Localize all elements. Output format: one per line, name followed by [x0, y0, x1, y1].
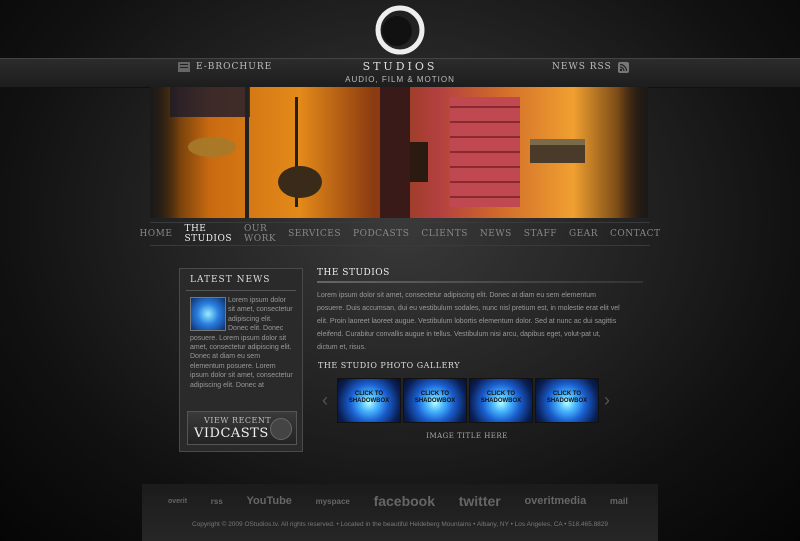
brochure-icon: [178, 62, 190, 72]
footer-icons: overit rss YouTube myspace facebook twit…: [168, 491, 628, 511]
nav-our-work[interactable]: OUR WORK: [238, 224, 282, 244]
rss-icon: [617, 61, 629, 73]
news-rss-label: NEWS RSS: [552, 62, 612, 72]
divider: [186, 290, 296, 291]
gallery-thumb[interactable]: CLICK TO SHADOWBOX: [337, 378, 401, 423]
ebrochure-link[interactable]: E-BROCHURE: [178, 60, 272, 74]
gallery-prev-arrow[interactable]: ‹: [322, 383, 328, 417]
overit-icon[interactable]: overit: [168, 498, 187, 505]
youtube-icon[interactable]: YouTube: [246, 495, 291, 507]
news-text: Lorem ipsum dolor sit amet, consectetur …: [190, 296, 294, 390]
thumb-label: CLICK TO SHADOWBOX: [414, 391, 456, 404]
hero-fade-right: [618, 87, 648, 218]
ostudios-logo[interactable]: [372, 2, 428, 58]
thumb-label: CLICK TO SHADOWBOX: [546, 391, 588, 404]
nav-clients[interactable]: CLIENTS: [415, 229, 474, 239]
news-rss-link[interactable]: NEWS RSS: [552, 60, 629, 74]
title-divider: [317, 281, 643, 283]
latest-news-panel: LATEST NEWS Lorem ipsum dolor sit amet, …: [179, 268, 303, 452]
facebook-icon[interactable]: facebook: [374, 493, 435, 509]
gallery-next-arrow[interactable]: ›: [604, 383, 610, 417]
overitmedia-icon[interactable]: overitmedia: [524, 495, 586, 507]
studio-photo: [170, 87, 585, 218]
main-nav: HOME THE STUDIOS OUR WORK SERVICES PODCA…: [139, 222, 660, 246]
tagline: AUDIO, FILM & MOTION: [345, 75, 455, 84]
myspace-icon[interactable]: myspace: [316, 497, 350, 506]
thumb-label: CLICK TO SHADOWBOX: [348, 391, 390, 404]
nav-gear[interactable]: GEAR: [563, 229, 604, 239]
mail-icon[interactable]: mail: [610, 496, 628, 506]
latest-news-title: LATEST NEWS: [190, 275, 271, 285]
rss-icon[interactable]: rss: [211, 497, 223, 506]
twitter-icon[interactable]: twitter: [459, 493, 501, 509]
camera-icon: [270, 418, 292, 440]
vidcasts-big-label: VIDCASTS: [194, 426, 269, 441]
ebrochure-label: E-BROCHURE: [196, 62, 273, 72]
brand-name: STUDIOS: [362, 60, 438, 73]
nav-staff[interactable]: STAFF: [518, 229, 563, 239]
view-vidcasts-button[interactable]: VIEW RECENT VIDCASTS: [187, 411, 297, 445]
page-body: Lorem ipsum dolor sit amet, consectetur …: [317, 292, 620, 351]
gallery-title: THE STUDIO PHOTO GALLERY: [318, 361, 460, 370]
image-title: IMAGE TITLE HERE: [426, 432, 508, 440]
nav-services[interactable]: SERVICES: [282, 229, 347, 239]
nav-contact[interactable]: CONTACT: [604, 229, 667, 239]
vidcasts-small-label: VIEW RECENT: [204, 416, 272, 425]
page-title: THE STUDIOS: [317, 268, 390, 278]
thumb-label: CLICK TO SHADOWBOX: [480, 391, 522, 404]
gallery-thumb[interactable]: CLICK TO SHADOWBOX: [403, 378, 467, 423]
nav-the-studios[interactable]: THE STUDIOS: [178, 224, 238, 244]
nav-news[interactable]: NEWS: [474, 229, 518, 239]
nav-podcasts[interactable]: PODCASTS: [347, 229, 415, 239]
nav-home[interactable]: HOME: [133, 229, 178, 239]
hero-fade-left: [150, 87, 180, 218]
gallery-thumb[interactable]: CLICK TO SHADOWBOX: [535, 378, 599, 423]
hero-studio-image: [150, 87, 648, 218]
gallery-thumb[interactable]: CLICK TO SHADOWBOX: [469, 378, 533, 423]
copyright: Copyright © 2009 OStudios.tv. All rights…: [191, 521, 609, 528]
